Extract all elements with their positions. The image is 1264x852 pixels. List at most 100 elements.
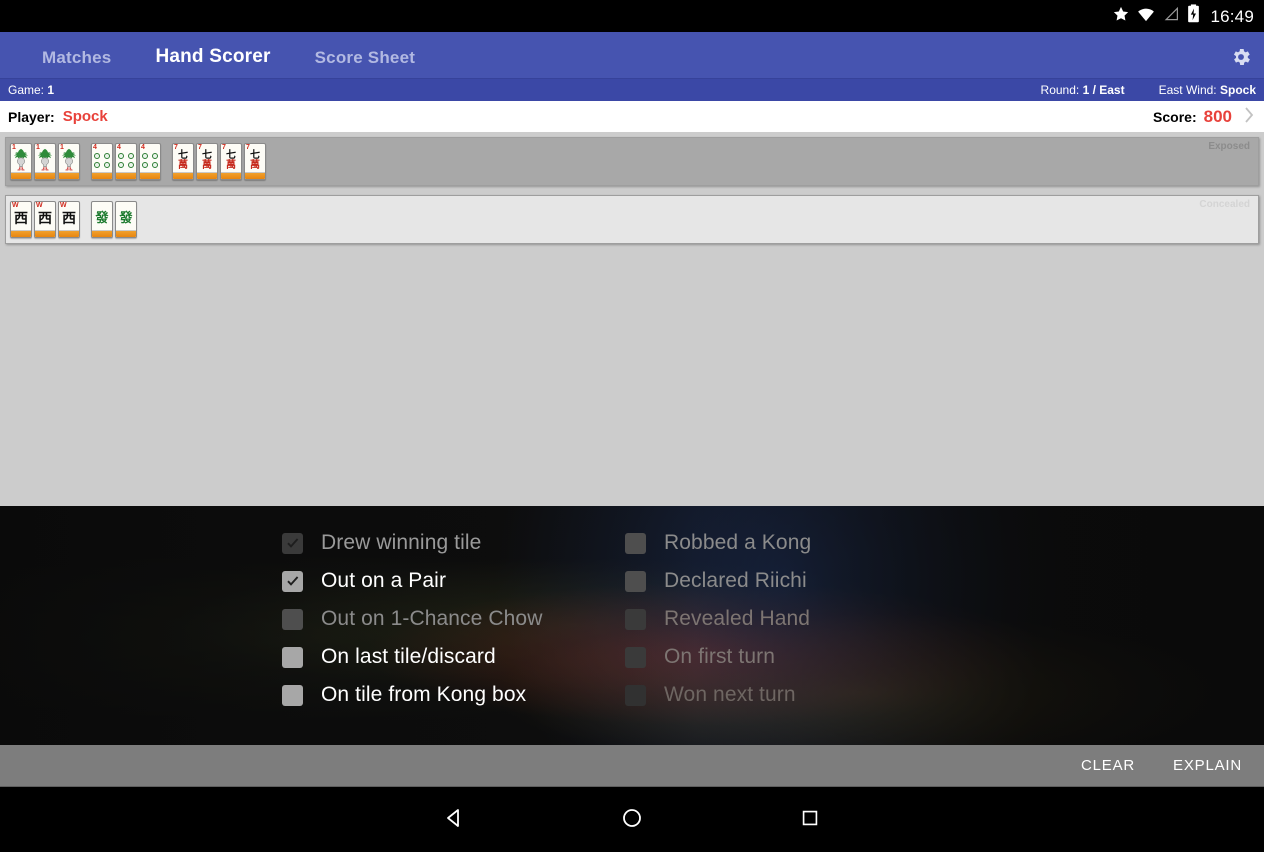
- flag-drew-winning-tile[interactable]: Drew winning tile: [282, 524, 612, 562]
- game-label: Game:: [8, 83, 45, 97]
- checkbox[interactable]: [282, 646, 303, 668]
- bamboo-bird-icon: [11, 148, 31, 172]
- tile-base: [59, 172, 79, 179]
- flag-out-on-a-pair[interactable]: Out on a Pair: [282, 562, 612, 600]
- score-label: Score:: [1153, 108, 1197, 125]
- checkbox[interactable]: [625, 570, 646, 592]
- character-wan-glyph: 萬: [226, 159, 236, 171]
- checkbox[interactable]: [625, 608, 646, 630]
- tile-group-west-wind-pung[interactable]: W 西 W 西 W 西: [10, 201, 80, 238]
- tab-bar: Matches Hand Scorer Score Sheet: [0, 46, 437, 78]
- tile-group-dots-4-pung[interactable]: 4 4 4: [91, 143, 161, 180]
- tile-dots-4[interactable]: 4: [139, 143, 161, 180]
- west-wind-glyph: 西: [14, 210, 28, 227]
- battery-charging-icon: [1187, 4, 1200, 28]
- tile-base: [11, 230, 31, 237]
- checkbox[interactable]: [625, 532, 646, 554]
- tab-hand-scorer[interactable]: Hand Scorer: [133, 46, 292, 78]
- tile-characters-7[interactable]: 7 七 萬: [220, 143, 242, 180]
- flag-declared-riichi[interactable]: Declared Riichi: [625, 562, 955, 600]
- character-number-glyph: 七: [178, 149, 188, 161]
- tile-characters-7[interactable]: 7 七 萬: [244, 143, 266, 180]
- clear-button[interactable]: CLEAR: [1077, 751, 1139, 780]
- concealed-tile-row[interactable]: Concealed W 西 W 西 W 西 發 發: [5, 195, 1259, 244]
- tab-score-sheet[interactable]: Score Sheet: [293, 48, 437, 78]
- flag-on-last-tile-discard[interactable]: On last tile/discard: [282, 638, 612, 676]
- back-triangle-icon[interactable]: [430, 794, 478, 842]
- tab-matches[interactable]: Matches: [20, 48, 133, 78]
- green-dragon-glyph: 發: [95, 211, 109, 226]
- player-name: Spock: [62, 108, 108, 125]
- cell-signal-icon: [1162, 5, 1180, 28]
- chevron-right-icon[interactable]: [1242, 105, 1256, 128]
- west-wind-glyph: 西: [62, 210, 76, 227]
- tile-base: [197, 172, 217, 179]
- tile-base: [173, 172, 193, 179]
- game-number: Game: 1: [8, 83, 54, 97]
- hand-tiles-area: Exposed 1 1 1 4 4 4 7 七 萬 7 七 萬 7 七 萬 7 …: [0, 132, 1264, 506]
- flag-on-first-turn[interactable]: On first turn: [625, 638, 955, 676]
- tile-green-dragon[interactable]: 發: [91, 201, 113, 238]
- gear-icon[interactable]: [1228, 44, 1254, 70]
- home-circle-icon[interactable]: [608, 794, 656, 842]
- round-indicator: Round: 1 / East: [1041, 83, 1125, 97]
- checkbox[interactable]: [625, 684, 646, 706]
- flag-label: On first turn: [664, 645, 775, 668]
- game-info-bar: Game: 1 Round: 1 / East East Wind: Spock: [0, 79, 1264, 101]
- exposed-tile-row[interactable]: Exposed 1 1 1 4 4 4 7 七 萬 7 七 萬 7 七 萬 7 …: [5, 137, 1259, 186]
- flag-label: Declared Riichi: [664, 569, 807, 592]
- flag-label: On tile from Kong box: [321, 683, 527, 706]
- flag-label: Robbed a Kong: [664, 531, 812, 554]
- explain-button[interactable]: EXPLAIN: [1169, 751, 1246, 780]
- checkbox[interactable]: [282, 532, 303, 554]
- tile-group-characters-7-kong[interactable]: 7 七 萬 7 七 萬 7 七 萬 7 七 萬: [172, 143, 266, 180]
- flag-label: Out on 1-Chance Chow: [321, 607, 543, 630]
- app-root: 16:49 Matches Hand Scorer Score Sheet Ga…: [0, 0, 1264, 852]
- flag-robbed-a-kong[interactable]: Robbed a Kong: [625, 524, 955, 562]
- flag-won-next-turn[interactable]: Won next turn: [625, 676, 955, 714]
- tile-green-dragon[interactable]: 發: [115, 201, 137, 238]
- tile-group-green-dragon-pair[interactable]: 發 發: [91, 201, 137, 238]
- green-dragon-glyph: 發: [119, 211, 133, 226]
- west-wind-glyph: 西: [38, 210, 52, 227]
- tile-characters-7[interactable]: 7 七 萬: [196, 143, 218, 180]
- android-status-bar: 16:49: [0, 0, 1264, 32]
- flag-label: Revealed Hand: [664, 607, 811, 630]
- recents-square-icon[interactable]: [786, 794, 834, 842]
- tile-west-wind[interactable]: W 西: [58, 201, 80, 238]
- tile-base: [11, 172, 31, 179]
- tile-west-wind[interactable]: W 西: [10, 201, 32, 238]
- score-value: 800: [1203, 106, 1232, 126]
- tile-group-bamboo-1-pung[interactable]: 1 1 1: [10, 143, 80, 180]
- character-wan-glyph: 萬: [250, 159, 260, 171]
- status-bar-clock: 16:49: [1210, 6, 1254, 26]
- tile-characters-7[interactable]: 7 七 萬: [172, 143, 194, 180]
- flag-revealed-hand[interactable]: Revealed Hand: [625, 600, 955, 638]
- character-number-glyph: 七: [250, 149, 260, 161]
- tile-base: [92, 172, 112, 179]
- player-bar[interactable]: Player: Spock Score: 800: [0, 101, 1264, 132]
- tile-bamboo-1[interactable]: 1: [34, 143, 56, 180]
- tile-dots-4[interactable]: 4: [91, 143, 113, 180]
- tile-base: [35, 230, 55, 237]
- tile-bamboo-1[interactable]: 1: [58, 143, 80, 180]
- flags-right-column: Robbed a Kong Declared Riichi Revealed H…: [625, 524, 955, 714]
- flag-label: On last tile/discard: [321, 645, 496, 668]
- checkbox[interactable]: [282, 684, 303, 706]
- checkbox[interactable]: [625, 646, 646, 668]
- tile-bamboo-1[interactable]: 1: [10, 143, 32, 180]
- tile-base: [221, 172, 241, 179]
- wifi-icon: [1137, 5, 1155, 28]
- flag-on-tile-from-kong-box[interactable]: On tile from Kong box: [282, 676, 612, 714]
- characters-glyph: 七 萬: [245, 149, 265, 172]
- character-wan-glyph: 萬: [202, 159, 212, 171]
- tile-dots-4[interactable]: 4: [115, 143, 137, 180]
- game-value: 1: [47, 83, 55, 97]
- tile-west-wind[interactable]: W 西: [34, 201, 56, 238]
- star-icon: [1112, 5, 1130, 28]
- checkbox[interactable]: [282, 570, 303, 592]
- checkbox[interactable]: [282, 608, 303, 630]
- east-wind-value: Spock: [1219, 83, 1256, 97]
- characters-glyph: 七 萬: [221, 149, 241, 172]
- flag-out-on-1-chance-chow[interactable]: Out on 1-Chance Chow: [282, 600, 612, 638]
